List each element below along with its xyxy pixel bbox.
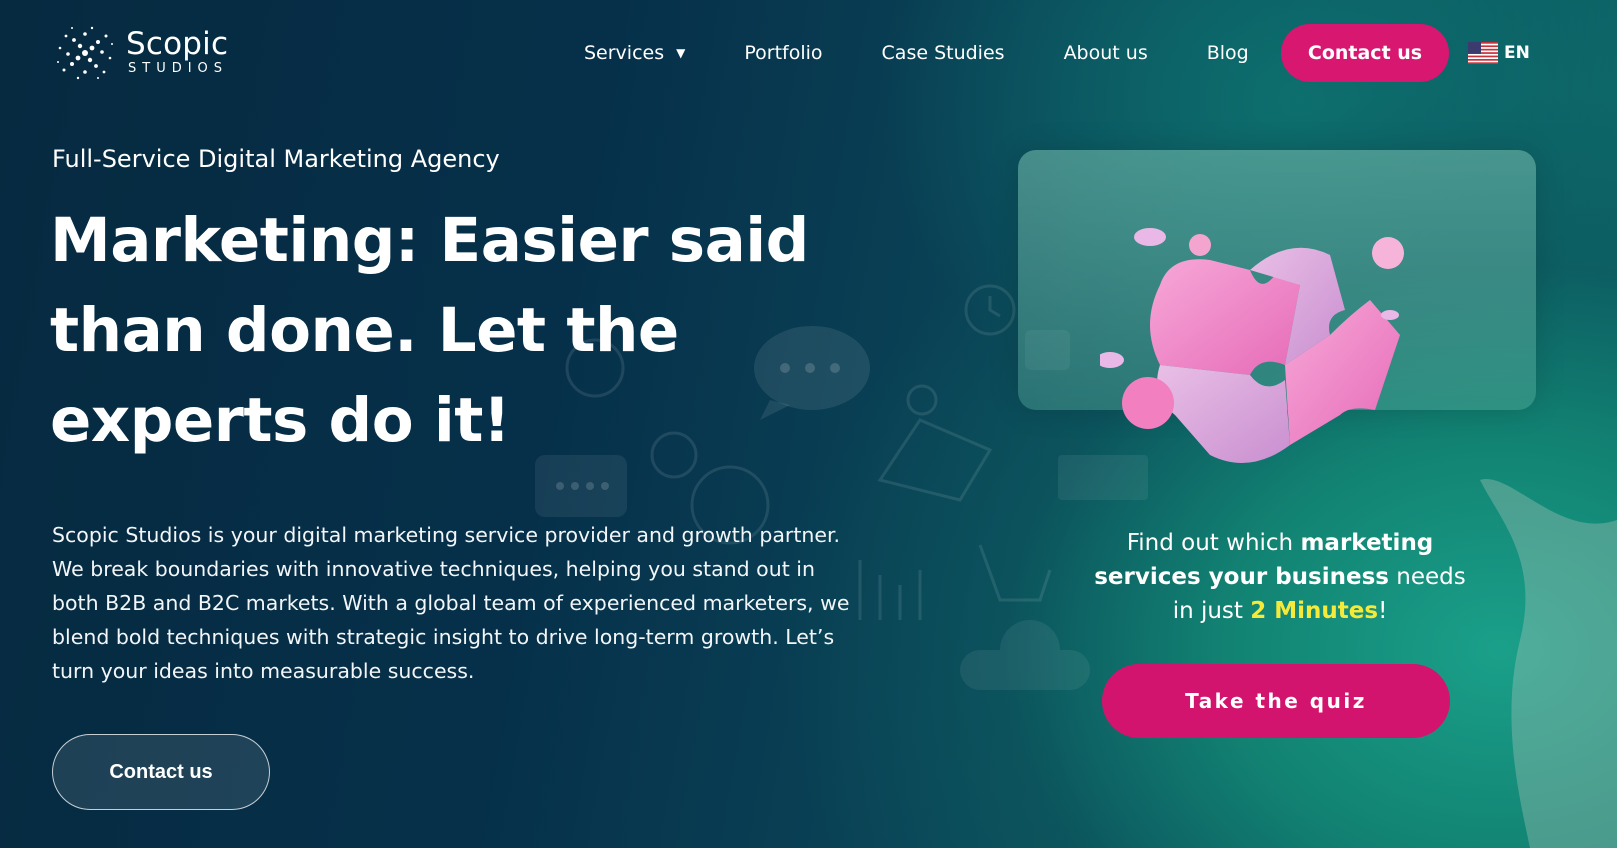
hero-description: Scopic Studios is your digital marketing…: [52, 523, 850, 683]
nav-services-label: Services: [584, 42, 665, 64]
language-code: EN: [1504, 43, 1530, 63]
headline-line: Marketing: Easier said: [50, 205, 809, 276]
site-header: Scopic STUDIOS Services ▼ Portfolio Case…: [0, 0, 1617, 106]
us-flag-icon: [1468, 42, 1498, 64]
nav-services[interactable]: Services ▼: [584, 42, 685, 64]
headline-line: than done. Let the: [50, 295, 679, 366]
hero-headline: Marketing: Easier said than done. Let th…: [50, 196, 810, 466]
logo-swirl-icon: [57, 26, 113, 80]
quiz-text-highlight: 2 Minutes: [1250, 598, 1379, 624]
language-selector[interactable]: EN: [1468, 42, 1530, 64]
nav-blog[interactable]: Blog: [1207, 42, 1249, 64]
puzzle-illustration: [1100, 228, 1404, 463]
quiz-prompt: Find out which marketing services your b…: [1090, 526, 1470, 628]
take-quiz-button[interactable]: Take the quiz: [1102, 664, 1450, 738]
quiz-text-part: !: [1378, 598, 1388, 624]
hero-eyebrow: Full-Service Digital Marketing Agency: [52, 145, 500, 173]
scopic-logo[interactable]: Scopic STUDIOS: [54, 20, 244, 86]
headline-line: experts do it!: [50, 385, 511, 456]
caret-down-icon: ▼: [676, 46, 686, 60]
logo-name: Scopic: [126, 26, 229, 62]
nav-portfolio[interactable]: Portfolio: [744, 42, 822, 64]
nav-case-studies[interactable]: Case Studies: [882, 42, 1005, 64]
nav-about-us[interactable]: About us: [1064, 42, 1148, 64]
quiz-text-part: Find out which: [1126, 530, 1301, 556]
hero-contact-button[interactable]: Contact us: [52, 734, 270, 810]
logo-subtitle: STUDIOS: [128, 61, 229, 76]
header-contact-button[interactable]: Contact us: [1281, 24, 1449, 82]
main-nav: Services ▼ Portfolio Case Studies About …: [584, 24, 1308, 82]
